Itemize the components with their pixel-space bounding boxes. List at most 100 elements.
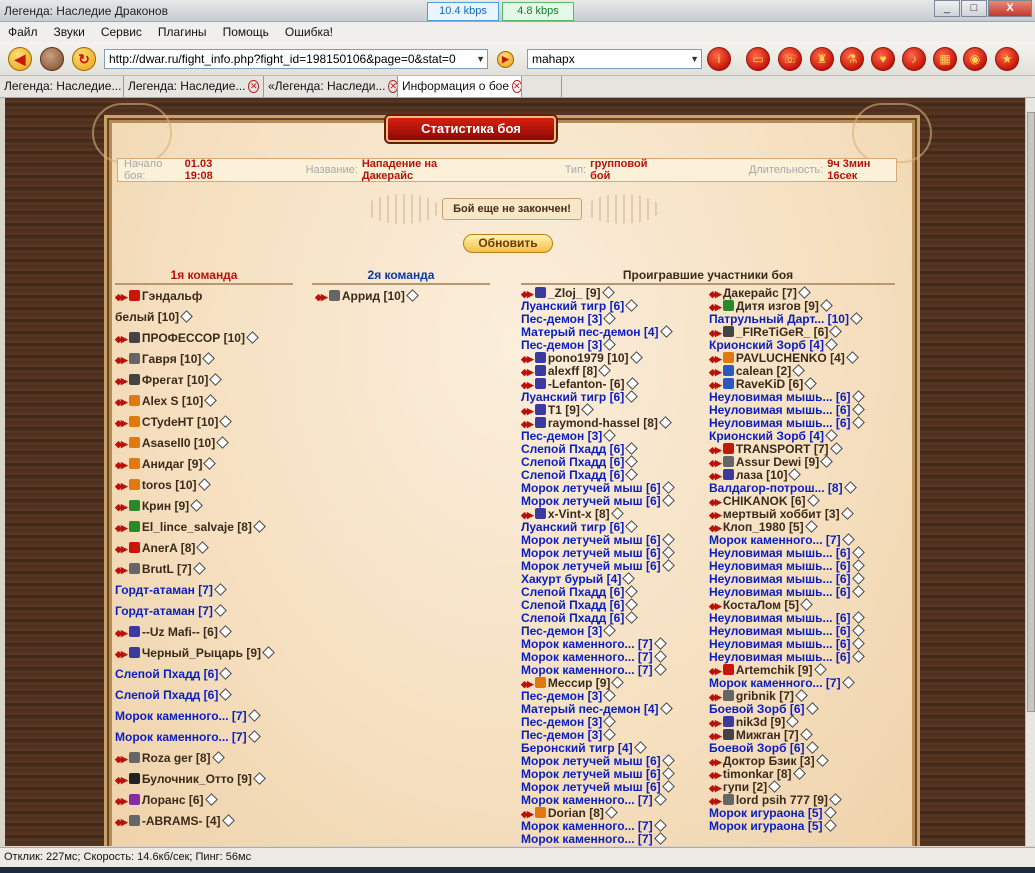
info-icon[interactable] [845,351,859,364]
info-icon[interactable] [795,689,808,702]
menu-item[interactable]: Файл [0,25,46,39]
info-icon[interactable] [625,520,639,533]
info-icon[interactable] [204,394,218,407]
info-icon[interactable] [659,416,672,429]
info-icon[interactable] [629,351,643,364]
info-icon[interactable] [805,702,819,715]
info-icon[interactable] [197,478,211,491]
menu-item[interactable]: Звуки [46,25,93,39]
info-icon[interactable] [192,562,206,575]
monster-entry[interactable]: Морок каменного... [7] [115,730,261,744]
info-icon[interactable] [661,546,675,559]
info-icon[interactable] [625,299,639,312]
info-icon[interactable] [625,468,639,481]
vertical-scrollbar[interactable] [1025,98,1035,846]
info-icon[interactable] [841,533,855,546]
player-entry[interactable]: ◆▶ Asasell0 [10] [115,436,230,451]
phone-icon[interactable]: ☏ [778,47,802,71]
player-entry[interactable]: ◆▶ CTydeHT [10] [115,415,233,430]
info-icon[interactable] [653,650,667,663]
info-icon[interactable] [800,598,813,611]
info-icon[interactable] [786,715,800,728]
info-icon[interactable] [247,730,261,743]
camera-icon[interactable]: ◉ [963,47,987,71]
monster-entry[interactable]: Слепой Пхадд [6] [115,667,233,681]
player-entry[interactable]: ◆▶ Гэндальф [115,290,202,304]
menu-item[interactable]: Сервис [93,25,150,39]
info-icon[interactable] [625,442,639,455]
scroll-thumb[interactable] [1027,112,1035,712]
close-tab-icon[interactable]: ✕ [512,80,521,93]
monster-entry[interactable]: Морок игураона [5] [709,819,837,833]
monster-entry[interactable]: Морок каменного... [7] [521,832,667,846]
heart-icon[interactable]: ♥ [871,47,895,71]
tab-1[interactable]: Легенда: Наследие... [0,76,124,97]
info-icon[interactable] [851,637,865,650]
info-icon[interactable] [805,741,819,754]
player-entry[interactable]: ◆▶ Анидаг [9] [115,457,217,472]
info-icon[interactable] [603,715,617,728]
info-icon[interactable] [661,481,675,494]
player-entry[interactable]: ◆▶ Гавря [10] [115,352,216,367]
info-icon[interactable] [661,559,675,572]
player-entry[interactable]: ◆▶ Булочник_Отто [9] [115,772,266,787]
player-entry[interactable]: белый [10] [115,310,193,324]
close-tab-icon[interactable]: ✕ [388,80,397,93]
back-icon[interactable]: ◀ [8,47,32,71]
close-tab-icon[interactable]: ✕ [248,80,259,93]
star-icon[interactable]: ★ [995,47,1019,71]
info-icon[interactable] [841,676,855,689]
player-entry[interactable]: ◆▶ Фрегат [10] [115,373,223,388]
info-icon[interactable] [851,403,865,416]
info-icon[interactable] [603,689,617,702]
info-icon[interactable] [825,338,838,351]
info-icon[interactable] [625,390,639,403]
info-icon[interactable] [219,415,233,428]
close-button[interactable]: X [988,0,1032,17]
info-icon[interactable] [851,624,865,637]
info-icon[interactable] [219,667,233,680]
player-entry[interactable]: ◆▶ Аррид [10] [315,289,419,304]
info-icon[interactable] [820,299,833,312]
info-icon[interactable] [653,637,667,650]
info-icon[interactable] [219,688,233,701]
info-icon[interactable] [603,728,617,741]
info-icon[interactable] [820,455,834,468]
player-entry[interactable]: ◆▶ --Uz Mafi-- [6] [115,625,232,640]
info-icon[interactable] [221,814,235,827]
tab-3[interactable]: «Легенда: Наследи... ✕ [264,76,398,97]
monster-entry[interactable]: Слепой Пхадд [6] [115,688,233,702]
info-icon[interactable] [851,585,865,598]
refresh-button[interactable]: Обновить [463,234,553,253]
info-icon[interactable] [603,624,617,637]
stop-icon[interactable] [40,47,64,71]
info-icon[interactable] [601,286,615,299]
player-entry[interactable]: ◆▶ Лоранс [6] [115,793,218,808]
player-entry[interactable]: ◆▶ -ABRAMS- [4] [115,814,235,829]
refresh-icon[interactable]: ↻ [72,47,96,71]
monster-entry[interactable]: Морок каменного... [7] [115,709,261,723]
info-icon[interactable] [825,429,838,442]
info-icon[interactable] [262,646,275,659]
info-icon[interactable] [804,520,818,533]
info-icon[interactable] [851,546,865,559]
info-icon[interactable] [209,373,223,386]
info-icon[interactable] [253,520,266,533]
player-entry[interactable]: ◆▶ toros [10] [115,478,211,493]
player-entry[interactable]: ◆▶ BrutL [7] [115,562,206,577]
info-icon[interactable] [625,585,639,598]
new-tab-button[interactable] [522,76,562,97]
flask-icon[interactable]: ⚗ [840,47,864,71]
info-icon[interactable] [851,390,865,403]
menu-item[interactable]: Ошибка! [277,25,341,39]
tab-2[interactable]: Легенда: Наследие... ✕ [124,76,264,97]
info-icon[interactable] [611,676,625,689]
info-icon[interactable] [851,572,865,585]
info-icon[interactable] [603,338,617,351]
info-icon[interactable] [661,754,675,767]
search-input[interactable]: mahapx ▼ [527,49,702,69]
info-icon[interactable] [214,604,227,617]
info-icon[interactable] [581,403,594,416]
info-icon[interactable] [851,559,865,572]
player-entry[interactable]: ◆▶ ПРОФЕССОР [10] [115,331,259,346]
